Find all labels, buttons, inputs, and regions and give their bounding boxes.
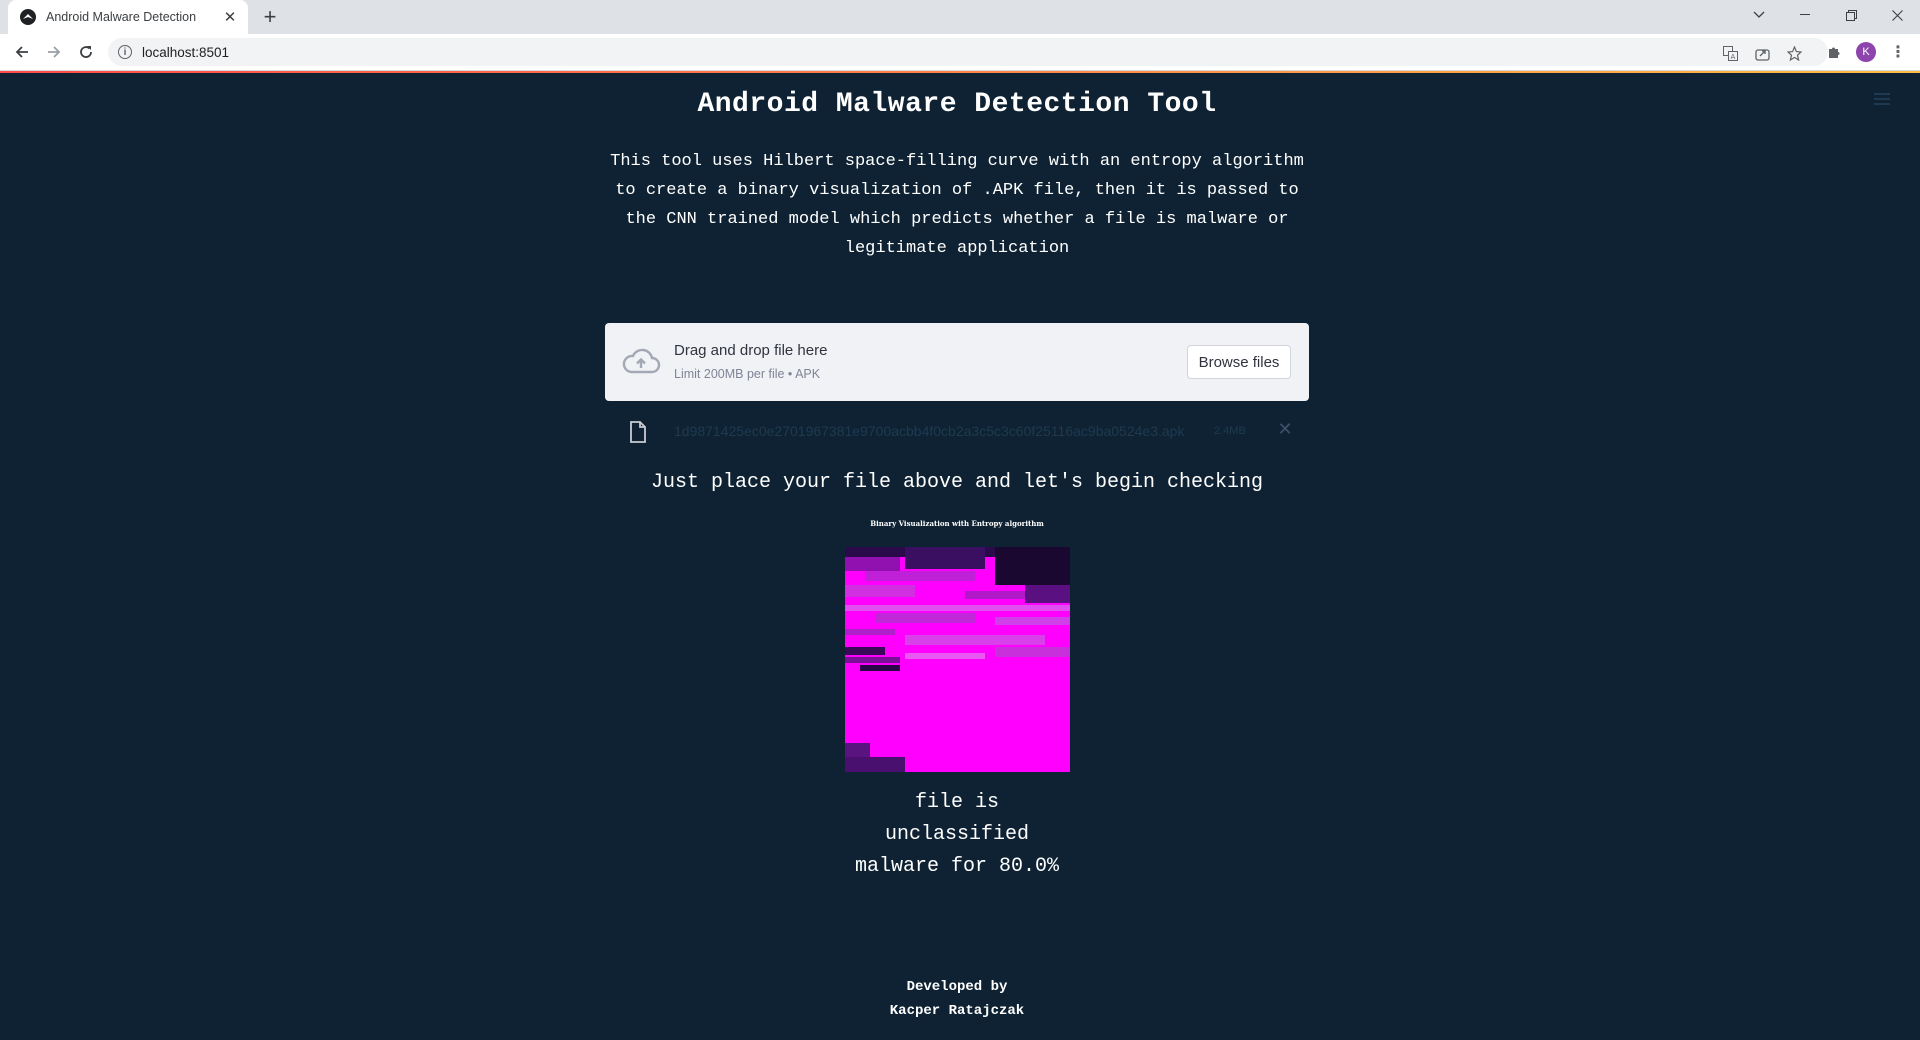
upload-limit-text: Limit 200MB per file • APK <box>674 367 821 381</box>
result-line-3: malware for 80.0% <box>854 855 1060 878</box>
svg-text:A: A <box>1730 53 1735 61</box>
file-icon <box>630 421 646 443</box>
footer-line-1: Developed by <box>906 979 1008 995</box>
star-icon[interactable] <box>1786 45 1802 61</box>
cloud-upload-icon <box>622 348 661 374</box>
info-icon[interactable]: i <box>118 45 132 59</box>
forward-icon[interactable] <box>40 38 68 66</box>
avatar[interactable]: K <box>1856 42 1876 62</box>
file-uploader-dropzone[interactable]: Drag and drop file here Limit 200MB per … <box>605 323 1309 401</box>
chevron-down-icon[interactable] <box>1736 0 1782 30</box>
url-text: localhost:8501 <box>142 44 230 60</box>
page-title: Android Malware Detection Tool <box>697 89 1217 120</box>
close-icon[interactable]: ✕ <box>220 7 240 27</box>
reload-icon[interactable] <box>72 38 100 66</box>
share-icon[interactable] <box>1754 45 1770 61</box>
browser-tab[interactable]: Android Malware Detection ✕ <box>8 0 248 34</box>
remove-file-icon[interactable]: ✕ <box>1275 419 1295 439</box>
visualization-caption: Binary Visualization with Entropy algori… <box>870 519 1044 528</box>
minimize-icon[interactable] <box>1782 0 1828 30</box>
browser-tab-bar: Android Malware Detection ✕ + <box>0 0 1920 34</box>
upload-drag-text: Drag and drop file here <box>674 342 828 359</box>
uploaded-file-name: 1d9871425ec0e2701967381e9700acbb4f0cb2a3… <box>674 423 1185 439</box>
address-bar[interactable]: i localhost:8501 A <box>108 38 1828 66</box>
header-decoration <box>0 71 1920 73</box>
browse-files-button[interactable]: Browse files <box>1187 345 1291 379</box>
window-close-icon[interactable] <box>1874 0 1920 30</box>
footer-author: Kacper Ratajczak <box>889 1003 1025 1019</box>
streamlit-favicon-icon <box>20 9 36 25</box>
prediction-result: file is unclassified malware for 80.0% <box>605 787 1309 883</box>
puzzle-icon[interactable] <box>1824 42 1844 62</box>
binary-visualization-image <box>845 547 1070 772</box>
app-page: Android Malware Detection Tool This tool… <box>0 71 1920 1040</box>
instruction-text: Just place your file above and let's beg… <box>650 471 1264 494</box>
browser-toolbar: i localhost:8501 A K ⋮ <box>0 34 1920 71</box>
tool-description: This tool uses Hilbert space-filling cur… <box>610 152 1304 258</box>
uploaded-file-row: 1d9871425ec0e2701967381e9700acbb4f0cb2a3… <box>605 413 1309 449</box>
back-icon[interactable] <box>8 38 36 66</box>
more-icon[interactable]: ⋮ <box>1888 42 1908 62</box>
hamburger-icon[interactable] <box>1874 93 1890 105</box>
restore-icon[interactable] <box>1828 0 1874 30</box>
translate-icon[interactable]: A <box>1722 45 1738 61</box>
footer: Developed by Kacper Ratajczak <box>605 975 1309 1023</box>
result-line-1: file is <box>914 791 999 814</box>
tab-title: Android Malware Detection <box>46 10 197 24</box>
uploaded-file-size: 2.4MB <box>1214 425 1246 437</box>
result-line-2: unclassified <box>884 823 1030 846</box>
plus-icon[interactable]: + <box>258 4 282 29</box>
